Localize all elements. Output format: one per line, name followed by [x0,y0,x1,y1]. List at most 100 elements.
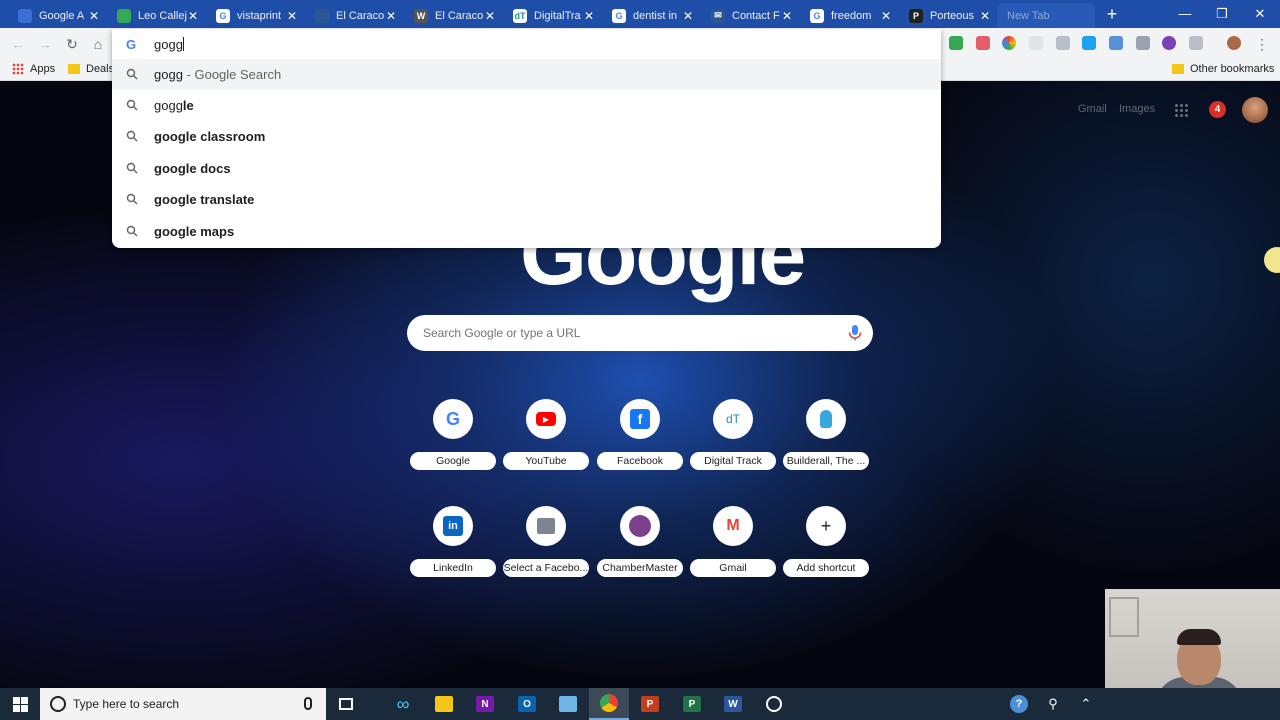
email-icon: ✉ [711,8,725,23]
gmail-link[interactable]: Gmail [1078,103,1107,115]
windows-taskbar: ∞ N O P P W ? ⚲ ⌃ [0,688,1280,720]
google-ads-icon [117,8,131,23]
shortcut-add[interactable]: + Add shortcut [783,506,869,588]
home-icon[interactable]: ⌂ [88,34,108,54]
chevron-up-icon[interactable]: ⌃ [1066,688,1106,720]
infinity-app-icon[interactable]: ∞ [383,688,423,720]
linkedin-icon: in [433,506,473,546]
address-input[interactable]: gogg [154,37,184,52]
shortcut-google[interactable]: G Google [410,399,496,481]
word-icon[interactable]: W [713,688,753,720]
task-view-icon[interactable] [326,688,366,720]
ntp-search-box[interactable] [407,315,873,351]
windows-start-icon[interactable] [0,688,40,720]
account-avatar[interactable] [1242,97,1268,123]
close-tab-icon[interactable]: ✕ [583,9,595,23]
shortcut-builderall[interactable]: Builderall, The ... [783,399,869,481]
tab-google-ads[interactable]: Google A ✕ [8,3,106,28]
close-tab-icon[interactable]: ✕ [484,9,496,23]
google-apps-icon[interactable] [1174,103,1188,117]
close-tab-icon[interactable]: ✕ [187,9,199,23]
microphone-icon[interactable] [846,324,864,342]
tab-leo-callejas[interactable]: Leo Callej ✕ [107,3,205,28]
extension-cloud-icon[interactable] [1029,36,1043,50]
forward-arrow-icon[interactable]: → [35,34,55,54]
cortana-circle-icon [50,696,66,712]
app-circle-icon[interactable] [754,688,794,720]
facebook-ext-icon[interactable] [1189,36,1203,50]
onenote-icon[interactable]: N [465,688,505,720]
close-tab-icon[interactable]: ✕ [880,9,892,23]
microphone-icon[interactable] [304,697,312,710]
extension-sheets-icon[interactable] [949,36,963,50]
tab-porteous[interactable]: P Porteous ✕ [899,3,997,28]
extension-lb-icon[interactable] [1109,36,1123,50]
profile-avatar-icon[interactable] [1227,36,1241,50]
bookmark-deals[interactable]: Deals [68,63,114,75]
close-tab-icon[interactable]: ✕ [979,9,991,23]
shortcut-youtube[interactable]: ▶ YouTube [503,399,589,481]
outlook-icon[interactable]: O [507,688,547,720]
tab-contact-form[interactable]: ✉ Contact F ✕ [701,3,799,28]
porteous-icon: P [909,8,923,23]
search-icon [126,193,138,205]
bookmark-other[interactable]: Other bookmarks [1172,63,1274,75]
tab-freedom[interactable]: G freedom ✕ [800,3,898,28]
suggestion-item[interactable]: google maps [112,216,941,247]
tab-new-tab[interactable]: New Tab [997,3,1095,28]
notification-badge[interactable]: 4 [1209,101,1226,118]
app-crystal-icon[interactable] [548,688,588,720]
project-icon[interactable]: P [672,688,712,720]
suggestion-item[interactable]: google translate [112,184,941,215]
extension-e-icon[interactable] [1162,36,1176,50]
suggestion-item[interactable]: goggle [112,90,941,121]
folder-icon [68,64,80,74]
youtube-icon: ▶ [526,399,566,439]
shortcut-gmail[interactable]: M Gmail [690,506,776,588]
tab-el-caracol-1[interactable]: El Caracol ✕ [305,3,403,28]
extension-ib-icon[interactable] [1136,36,1150,50]
close-tab-icon[interactable]: ✕ [385,9,397,23]
tab-vistaprint[interactable]: G vistaprint ✕ [206,3,304,28]
taskbar-search[interactable] [40,688,326,720]
digital-track-icon: dT [513,8,527,23]
shortcut-facebook[interactable]: f Facebook [597,399,683,481]
close-tab-icon[interactable]: ✕ [88,9,100,23]
extension-color-icon[interactable] [1002,36,1016,50]
wall-frame [1109,597,1139,637]
google-g-icon: G [216,8,230,23]
minimize-button[interactable]: — [1170,4,1200,24]
shortcut-chambermaster[interactable]: ChamberMaster [597,506,683,588]
close-tab-icon[interactable]: ✕ [286,9,298,23]
shortcut-linkedin[interactable]: in LinkedIn [410,506,496,588]
close-window-button[interactable]: ✕ [1245,4,1275,24]
chrome-icon[interactable] [589,688,629,720]
tab-digitaltrack[interactable]: dT DigitalTra ✕ [503,3,601,28]
bookmark-apps[interactable]: Apps [12,63,55,75]
search-icon [126,225,138,237]
twitter-icon[interactable] [1082,36,1096,50]
tab-el-caracol-2[interactable]: W El Caracol ✕ [404,3,502,28]
extension-code-icon[interactable] [1056,36,1070,50]
images-link[interactable]: Images [1119,103,1155,115]
close-tab-icon[interactable]: ✕ [781,9,793,23]
file-explorer-icon[interactable] [424,688,464,720]
back-arrow-icon[interactable]: ← [8,34,28,54]
suggestion-item[interactable]: google docs [112,153,941,184]
close-tab-icon[interactable]: ✕ [682,9,694,23]
shortcut-digital-track[interactable]: dT Digital Track [690,399,776,481]
maximize-button[interactable]: ❐ [1207,4,1237,24]
ntp-search-input[interactable] [423,323,823,343]
address-bar[interactable]: G gogg [112,29,941,59]
extension-badge-icon[interactable] [976,36,990,50]
taskbar-search-input[interactable] [73,696,293,712]
new-tab-button[interactable]: + [1101,4,1123,24]
reload-icon[interactable]: ↻ [62,34,82,54]
powerpoint-icon[interactable]: P [630,688,670,720]
shortcut-select-facebook[interactable]: Select a Facebo... [503,506,589,588]
suggestion-item[interactable]: google classroom [112,121,941,152]
plus-icon: + [806,506,846,546]
menu-dots-icon[interactable]: ⋮ [1252,34,1272,54]
tab-dentist[interactable]: G dentist in ✕ [602,3,700,28]
suggestion-item[interactable]: gogg - Google Search [112,59,941,90]
